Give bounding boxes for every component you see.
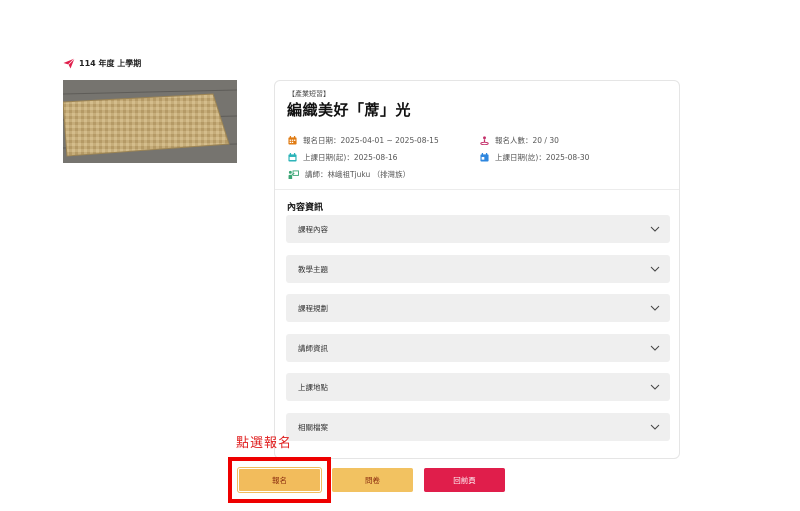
instructor-value: 林峨祖Tjuku （排灣族） (327, 170, 411, 179)
enrollment-label: 報名人數 (495, 136, 533, 145)
paper-plane-icon (63, 58, 75, 69)
registration-date-label: 報名日期 (303, 136, 341, 145)
end-date: 上課日期(訖)2025-08-30 (480, 152, 589, 163)
chevron-down-icon (650, 226, 660, 232)
chevron-down-icon (650, 345, 660, 351)
person-icon (480, 136, 489, 145)
instructor-label: 講師 (305, 170, 328, 179)
chevron-down-icon (650, 305, 660, 311)
calendar-icon (288, 136, 297, 145)
annotation-text: 點選報名 (236, 436, 293, 451)
content-section-title: 內容資訊 (287, 203, 324, 213)
course-category: 【產業短習】 (288, 90, 330, 98)
accordion-label: 相關檔案 (298, 422, 328, 432)
chevron-down-icon (650, 384, 660, 390)
accordion-label: 講師資訊 (298, 343, 328, 353)
accordion-label: 課程內容 (298, 224, 328, 234)
course-card: 【產業短習】 編織美好「蓆」光 報名日期2025-04-01 ~ 2025-08… (274, 80, 680, 459)
accordion-course-plan[interactable]: 課程規劃 (286, 294, 670, 322)
chevron-down-icon (650, 266, 660, 272)
instructor: 講師林峨祖Tjuku （排灣族） (288, 169, 410, 180)
registration-date: 報名日期2025-04-01 ~ 2025-08-15 (288, 135, 439, 146)
accordion-related-files[interactable]: 相關檔案 (286, 413, 670, 441)
end-date-value: 2025-08-30 (545, 153, 590, 162)
survey-button[interactable]: 問卷 (332, 468, 413, 492)
accordion-teaching-theme[interactable]: 教學主題 (286, 255, 670, 283)
back-button[interactable]: 回前頁 (424, 468, 505, 492)
accordion-location[interactable]: 上課地點 (286, 373, 670, 401)
course-title: 編織美好「蓆」光 (287, 101, 412, 119)
accordion-label: 課程規劃 (298, 303, 328, 313)
semester-label: 114 年度 上學期 (79, 59, 142, 68)
teacher-icon (288, 170, 299, 179)
enrollment-count: 報名人數20 / 30 (480, 135, 559, 146)
accordion-course-content[interactable]: 課程內容 (286, 215, 670, 243)
semester-header: 114 年度 上學期 (63, 58, 141, 69)
registration-date-value: 2025-04-01 ~ 2025-08-15 (340, 136, 439, 145)
card-divider (275, 189, 679, 190)
course-photo (63, 80, 237, 163)
accordion-label: 教學主題 (298, 264, 328, 274)
start-date-label: 上課日期(起) (303, 153, 354, 162)
calendar-end-icon (480, 153, 489, 162)
accordion-instructor-info[interactable]: 講師資訊 (286, 334, 670, 362)
start-date: 上課日期(起)2025-08-16 (288, 152, 397, 163)
accordion-label: 上課地點 (298, 382, 328, 392)
end-date-label: 上課日期(訖) (495, 153, 546, 162)
register-button[interactable]: 報名 (238, 468, 321, 492)
chevron-down-icon (650, 424, 660, 430)
calendar-start-icon (288, 153, 297, 162)
start-date-value: 2025-08-16 (353, 153, 398, 162)
enrollment-value: 20 / 30 (532, 136, 559, 145)
